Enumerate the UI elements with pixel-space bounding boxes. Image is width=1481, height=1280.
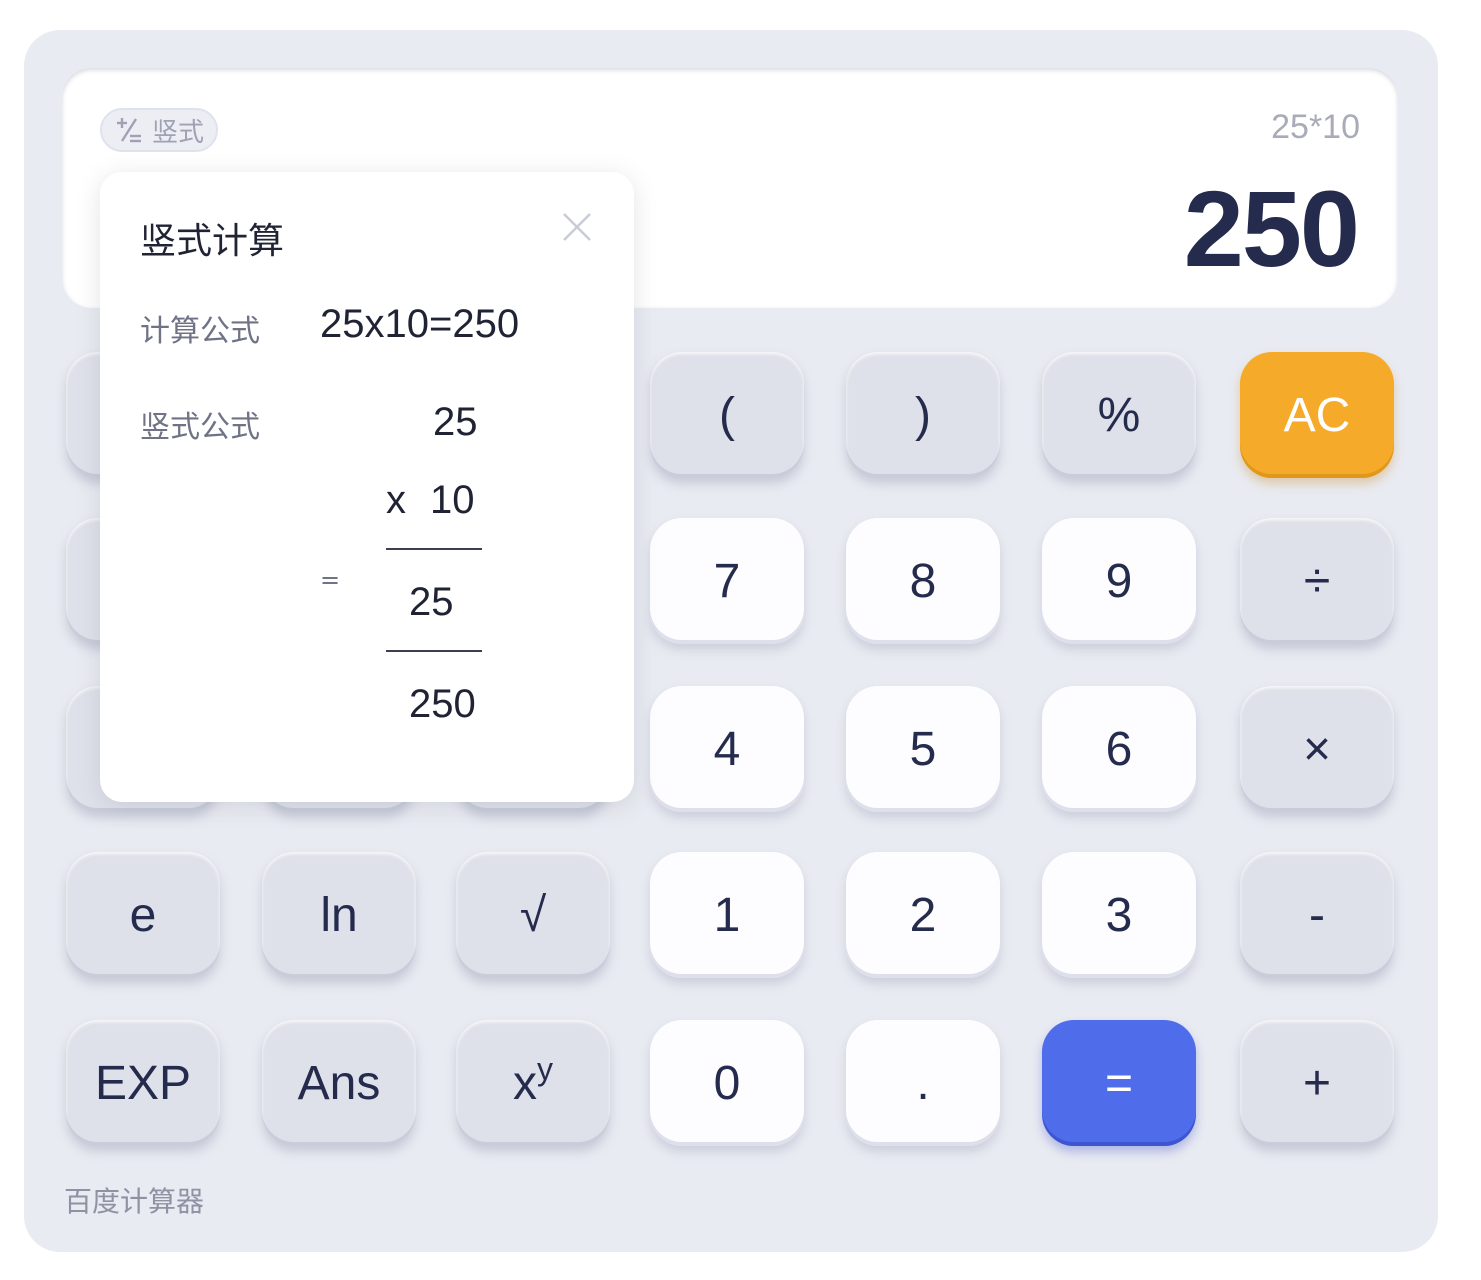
vertical-partial: 25 xyxy=(409,580,454,624)
key-clear-ac[interactable]: AC xyxy=(1240,352,1394,478)
vertical-mode-toggle[interactable]: 竖式 xyxy=(100,108,219,152)
vertical-mode-label: 竖式 xyxy=(152,117,205,148)
result-value: 250 xyxy=(1183,168,1360,289)
key-minus[interactable]: - xyxy=(1240,852,1394,978)
key-power-base: x xyxy=(513,1056,537,1110)
key-0[interactable]: 0 xyxy=(650,1020,804,1146)
key-decimal[interactable]: . xyxy=(846,1020,1000,1146)
key-sqrt[interactable]: √ xyxy=(456,852,610,978)
key-e[interactable]: e xyxy=(66,852,220,978)
key-close-paren[interactable]: ) xyxy=(846,352,1000,478)
key-6[interactable]: 6 xyxy=(1042,686,1196,812)
key-equals[interactable]: = xyxy=(1042,1020,1196,1146)
key-3[interactable]: 3 xyxy=(1042,852,1196,978)
vertical-operator: x xyxy=(386,478,406,522)
key-exp[interactable]: EXP xyxy=(66,1020,220,1146)
key-ans[interactable]: Ans xyxy=(262,1020,416,1146)
key-power[interactable]: xy xyxy=(456,1020,610,1146)
key-power-exponent: y xyxy=(537,1050,553,1087)
key-9[interactable]: 9 xyxy=(1042,518,1196,644)
vertical-total: 250 xyxy=(409,682,476,726)
close-icon[interactable] xyxy=(560,210,594,244)
popup-title: 竖式计算 xyxy=(140,221,285,262)
vertical-calc-popup: 竖式计算 计算公式 25x10=250 竖式公式 25 x 10 = 25 25… xyxy=(100,172,634,802)
key-open-paren[interactable]: ( xyxy=(650,352,804,478)
vertical-divider-1 xyxy=(386,548,482,550)
key-7[interactable]: 7 xyxy=(650,518,804,644)
brand-footer: 百度计算器 xyxy=(64,1185,205,1218)
key-divide[interactable]: ÷ xyxy=(1240,518,1394,644)
key-percent[interactable]: % xyxy=(1042,352,1196,478)
vertical-multiplier: 10 xyxy=(430,478,475,522)
vertical-equals: = xyxy=(320,566,341,594)
key-1[interactable]: 1 xyxy=(650,852,804,978)
vertical-multiplicand: 25 xyxy=(433,400,478,444)
formula-value: 25x10=250 xyxy=(320,302,520,346)
vertical-label: 竖式公式 xyxy=(140,410,260,445)
expression-text: 25*10 xyxy=(1271,108,1360,146)
key-8[interactable]: 8 xyxy=(846,518,1000,644)
key-5[interactable]: 5 xyxy=(846,686,1000,812)
key-plus[interactable]: + xyxy=(1240,1020,1394,1146)
key-4[interactable]: 4 xyxy=(650,686,804,812)
key-2[interactable]: 2 xyxy=(846,852,1000,978)
vertical-divider-2 xyxy=(386,650,482,652)
key-ln[interactable]: ln xyxy=(262,852,416,978)
formula-label: 计算公式 xyxy=(140,314,260,349)
plus-minus-icon xyxy=(117,118,141,143)
key-multiply[interactable]: × xyxy=(1240,686,1394,812)
